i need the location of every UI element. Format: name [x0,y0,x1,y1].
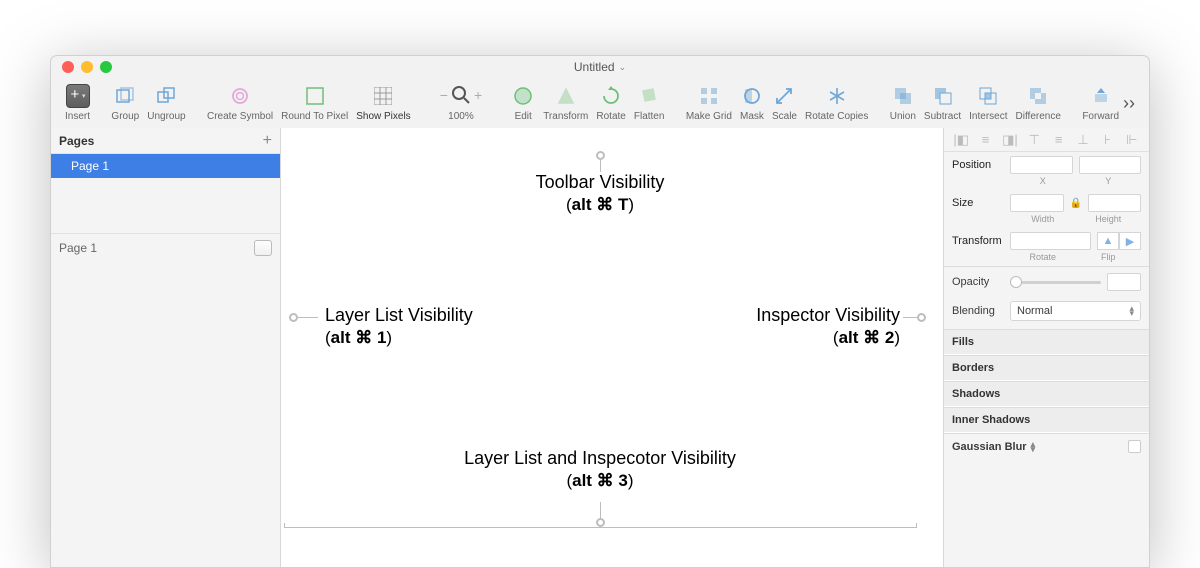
flip-vertical-button[interactable]: ▶ [1119,232,1141,250]
toolbar-overflow-button[interactable]: ›› [1123,93,1139,114]
annotation-inspector: Inspector Visibility (alt ⌘ 2) [680,305,900,348]
align-bottom-icon[interactable]: ⊥ [1072,132,1094,148]
distribute-v-icon[interactable]: ⊩ [1121,132,1143,148]
pages-label: Pages [59,134,94,148]
opacity-label: Opacity [952,276,1004,288]
select-arrows-icon: ▴▾ [1129,306,1134,316]
rotate-field[interactable] [1010,232,1091,250]
forward-icon [1089,84,1113,108]
app-window: Untitled ⌄ + ▾ Insert Group Ungroup [50,55,1150,568]
shadows-section[interactable]: Shadows [944,381,1149,407]
intersect-button[interactable]: Intersect [965,84,1011,122]
gaussian-blur-section[interactable]: Gaussian Blur ▴▾ [944,433,1149,459]
traffic-lights [62,61,112,73]
flatten-button[interactable]: Flatten [630,84,669,122]
scale-icon [772,84,796,108]
inner-shadows-section[interactable]: Inner Shadows [944,407,1149,433]
flatten-icon [637,84,661,108]
layer-list-header[interactable]: Page 1 [51,233,280,261]
align-center-h-icon[interactable]: ≡ [974,132,996,147]
align-center-v-icon[interactable]: ≡ [1048,132,1070,147]
align-top-icon[interactable]: ⊤ [1023,132,1045,148]
mask-icon [740,84,764,108]
magnifier-icon [451,85,471,105]
subtract-button[interactable]: Subtract [920,84,965,122]
union-button[interactable]: Union [886,84,920,122]
group-icon [113,84,137,108]
opacity-slider[interactable] [1010,281,1101,284]
minimize-window-button[interactable] [81,61,93,73]
intersect-icon [976,84,1000,108]
height-field[interactable] [1088,194,1142,212]
position-x-field[interactable] [1010,156,1073,174]
ungroup-icon [154,84,178,108]
difference-icon [1026,84,1050,108]
layer-collapse-button[interactable] [254,240,272,256]
flip-horizontal-button[interactable]: ▲ [1097,232,1119,250]
show-pixels-button[interactable]: Show Pixels [352,84,414,122]
blending-select[interactable]: Normal ▴▾ [1010,301,1141,321]
blending-label: Blending [952,305,1004,317]
mask-button[interactable]: Mask [736,84,768,122]
align-left-icon[interactable]: |◧ [950,132,972,148]
rotate-icon [599,84,623,108]
close-window-button[interactable] [62,61,74,73]
transform-button[interactable]: Transform [539,84,592,122]
document-title: Untitled [574,60,615,74]
fills-section[interactable]: Fills [944,329,1149,355]
forward-button[interactable]: Forward [1078,84,1123,122]
opacity-field[interactable] [1107,273,1141,291]
width-field[interactable] [1010,194,1064,212]
make-grid-button[interactable]: Make Grid [682,84,736,122]
chevron-down-icon: ⌄ [619,62,627,73]
rotate-copies-button[interactable]: Rotate Copies [801,84,872,122]
insert-button[interactable]: + ▾ Insert [61,84,94,122]
edit-icon [511,84,535,108]
select-arrows-icon: ▴▾ [1031,442,1036,452]
scale-button[interactable]: Scale [768,84,801,122]
transform-label: Transform [952,235,1004,247]
layer-list-panel: Pages + Page 1 Page 1 [51,128,281,567]
difference-button[interactable]: Difference [1012,84,1065,122]
size-label: Size [952,197,1004,209]
insert-icon: + ▾ [66,84,90,108]
group-button[interactable]: Group [107,84,143,122]
annotation-toolbar: Toolbar Visibility (alt ⌘ T) [470,172,730,215]
union-icon [891,84,915,108]
pages-header: Pages + [51,128,280,154]
fullscreen-window-button[interactable] [100,61,112,73]
subtract-icon [931,84,955,108]
toolbar: + ▾ Insert Group Ungroup Create Symbol [51,78,1149,128]
alignment-row: |◧ ≡ ◨| ⊤ ≡ ⊥ ⊦ ⊩ [944,128,1149,152]
pixel-icon [303,84,327,108]
borders-section[interactable]: Borders [944,355,1149,381]
symbol-icon [228,84,252,108]
edit-button[interactable]: Edit [507,84,539,122]
zoom-out-button[interactable]: − [440,87,448,103]
add-page-button[interactable]: + [263,132,272,150]
round-to-pixel-button[interactable]: Round To Pixel [277,84,352,122]
makegrid-icon [697,84,721,108]
position-label: Position [952,159,1004,171]
inspector-panel: |◧ ≡ ◨| ⊤ ≡ ⊥ ⊦ ⊩ Position XY Size [944,128,1149,567]
lock-aspect-icon[interactable]: 🔒 [1070,198,1082,209]
position-y-field[interactable] [1079,156,1142,174]
distribute-h-icon[interactable]: ⊦ [1096,132,1118,148]
titlebar: Untitled ⌄ [51,56,1149,78]
ungroup-button[interactable]: Ungroup [143,84,189,122]
grid-icon [371,84,395,108]
rotate-button[interactable]: Rotate [592,84,629,122]
document-title-dropdown[interactable]: Untitled ⌄ [574,60,626,74]
zoom-control[interactable]: − + 100% [436,85,486,122]
transform-icon [554,84,578,108]
annotation-both: Layer List and Inspecotor Visibility (al… [420,448,780,491]
annotation-layerlist: Layer List Visibility (alt ⌘ 1) [325,305,545,348]
create-symbol-button[interactable]: Create Symbol [203,84,277,122]
rotate-copies-icon [825,84,849,108]
gaussian-checkbox[interactable] [1128,440,1141,453]
page-item-selected[interactable]: Page 1 [51,154,280,178]
zoom-in-button[interactable]: + [474,87,482,103]
align-right-icon[interactable]: ◨| [999,132,1021,148]
